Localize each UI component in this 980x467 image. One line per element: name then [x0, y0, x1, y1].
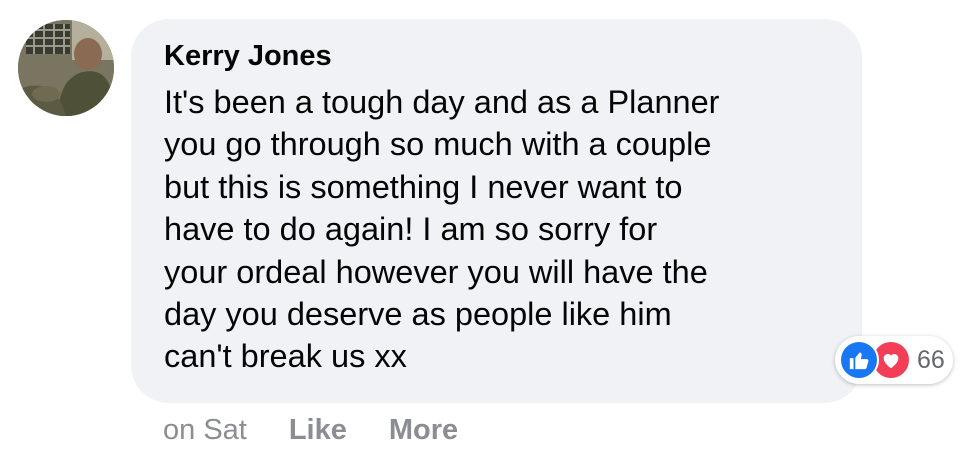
comment-bubble: Kerry Jones It's been a tough day and as…	[131, 19, 862, 403]
comment-text: It's been a tough day and as a Planner y…	[164, 81, 832, 378]
like-button[interactable]: Like	[289, 414, 347, 447]
comment-timestamp[interactable]: on Sat	[163, 414, 247, 447]
comment-actions: on Sat Like More	[163, 414, 500, 447]
comment-line: It's been a tough day and as a Planner	[164, 84, 720, 120]
more-button[interactable]: More	[389, 414, 458, 447]
comment-line: your ordeal however you will have the	[164, 253, 708, 290]
avatar[interactable]	[18, 20, 114, 116]
comment: Kerry Jones It's been a tough day and as…	[0, 0, 980, 467]
reactions-summary[interactable]: 66	[835, 336, 953, 384]
comment-line: but this is something I never want to	[164, 168, 683, 205]
reaction-count: 66	[917, 345, 945, 374]
like-icon	[839, 340, 879, 380]
comment-line: can't break us xx	[164, 338, 407, 375]
comment-line: day you deserve as people like him	[164, 296, 672, 333]
avatar-photo	[18, 20, 114, 116]
comment-line: you go through so much with a couple	[164, 126, 712, 163]
comment-line: have to do again! I am so sorry for	[164, 211, 658, 248]
comment-author[interactable]: Kerry Jones	[164, 39, 832, 73]
